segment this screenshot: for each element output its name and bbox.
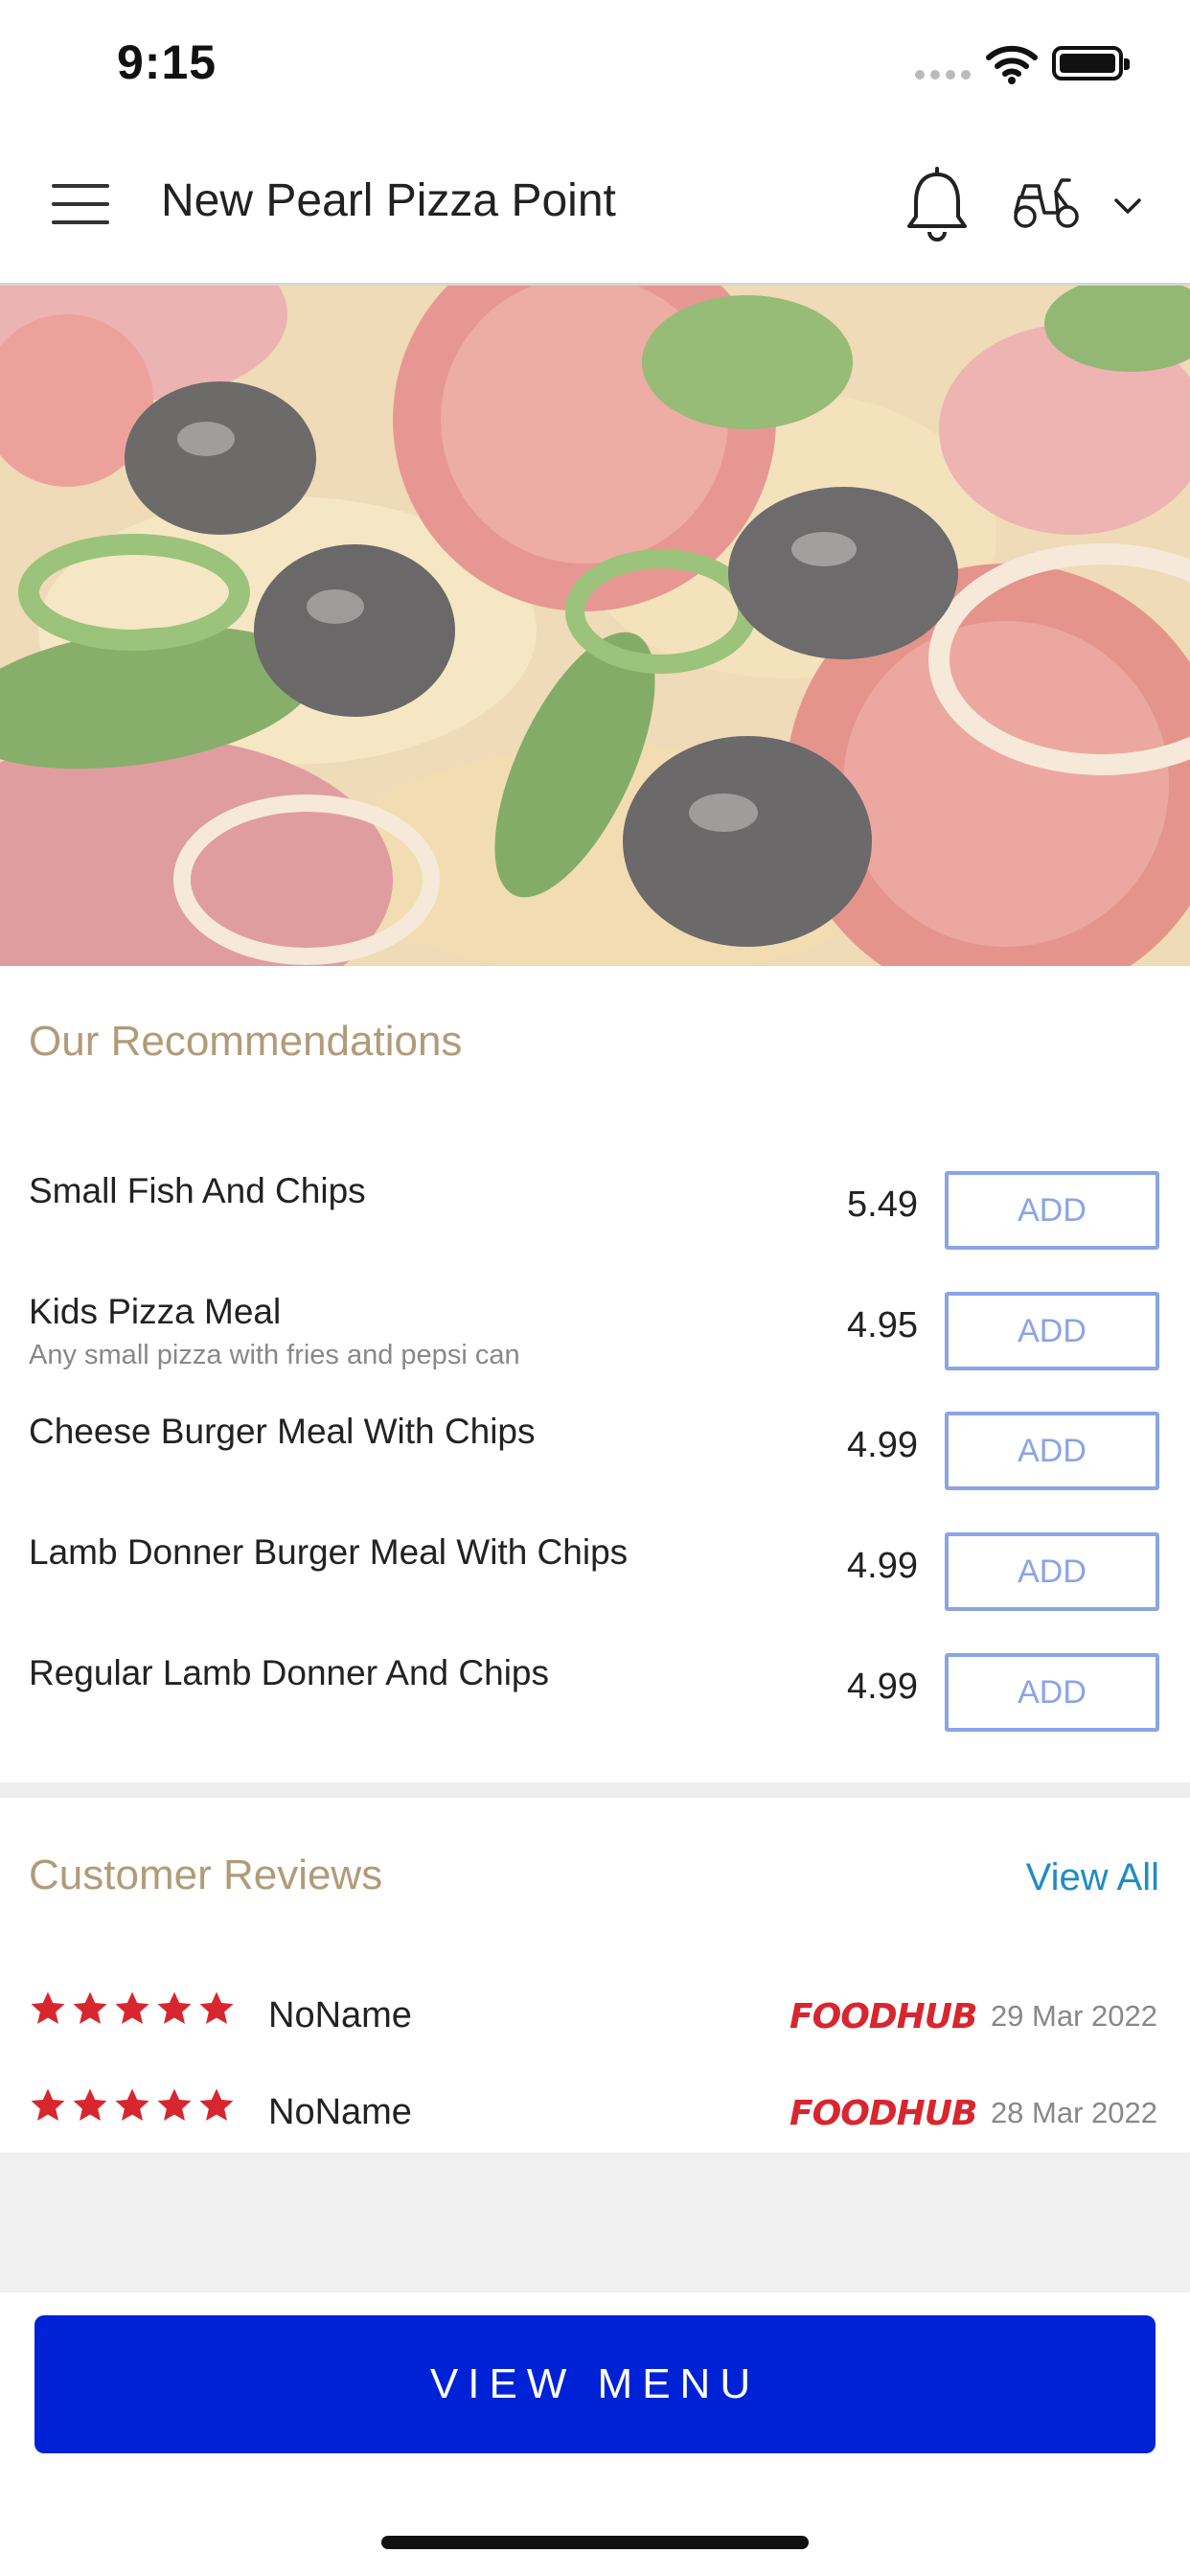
signal-icon bbox=[915, 70, 971, 80]
item-name: Regular Lamb Donner And Chips bbox=[29, 1653, 549, 1692]
scooter-icon[interactable] bbox=[1012, 174, 1081, 230]
recommendation-item: Kids Pizza Meal Any small pizza with fri… bbox=[0, 1292, 1190, 1407]
reviews-title: Customer Reviews bbox=[29, 1852, 383, 1898]
item-name: Cheese Burger Meal With Chips bbox=[29, 1412, 536, 1451]
bell-icon[interactable] bbox=[904, 167, 970, 243]
item-name: Small Fish And Chips bbox=[29, 1171, 366, 1210]
hero-pizza-image bbox=[0, 286, 1190, 966]
item-price: 5.49 bbox=[847, 1184, 918, 1225]
review-item: NoName FOODHUB 28 Mar 2022 bbox=[0, 2086, 1190, 2163]
status-bar: 9:15 bbox=[0, 0, 1190, 125]
view-menu-button[interactable]: VIEW MENU bbox=[34, 2315, 1156, 2453]
home-indicator bbox=[381, 2536, 809, 2549]
add-button[interactable]: ADD bbox=[945, 1532, 1159, 1611]
footer-spacer bbox=[0, 2152, 1190, 2292]
item-price: 4.99 bbox=[847, 1546, 918, 1586]
review-date: 29 Mar 2022 bbox=[990, 1999, 1157, 2033]
star-icon bbox=[73, 2088, 107, 2121]
app-header: New Pearl Pizza Point bbox=[0, 125, 1190, 286]
item-name: Kids Pizza Meal bbox=[29, 1292, 282, 1331]
restaurant-title: New Pearl Pizza Point bbox=[161, 175, 616, 226]
star-icon bbox=[115, 1991, 149, 2024]
recommendation-item: Cheese Burger Meal With Chips 4.99 ADD bbox=[0, 1412, 1190, 1527]
view-all-link[interactable]: View All bbox=[1026, 1856, 1159, 1899]
star-icon bbox=[115, 2088, 149, 2121]
foodhub-logo: FOODHUB bbox=[790, 1997, 977, 2036]
star-icon bbox=[157, 1991, 192, 2024]
add-button[interactable]: ADD bbox=[945, 1653, 1159, 1732]
item-price: 4.99 bbox=[847, 1667, 918, 1707]
foodhub-logo: FOODHUB bbox=[790, 2094, 977, 2133]
reviewer-name: NoName bbox=[268, 2092, 412, 2132]
section-divider bbox=[0, 1782, 1190, 1798]
rating-stars bbox=[29, 1990, 236, 2028]
add-button[interactable]: ADD bbox=[945, 1412, 1159, 1490]
item-price: 4.95 bbox=[847, 1305, 918, 1346]
reviewer-name: NoName bbox=[268, 1995, 412, 2036]
star-icon bbox=[31, 2088, 65, 2121]
star-icon bbox=[73, 1991, 107, 2024]
star-icon bbox=[157, 2088, 192, 2121]
star-icon bbox=[199, 1991, 234, 2024]
item-name: Lamb Donner Burger Meal With Chips bbox=[29, 1532, 629, 1572]
item-description: Any small pizza with fries and pepsi can bbox=[29, 1340, 520, 1370]
menu-icon[interactable] bbox=[52, 184, 109, 224]
recommendations-title: Our Recommendations bbox=[29, 1018, 463, 1065]
item-price: 4.99 bbox=[847, 1425, 918, 1465]
review-item: NoName FOODHUB 29 Mar 2022 bbox=[0, 1990, 1190, 2066]
add-button[interactable]: ADD bbox=[945, 1171, 1159, 1250]
add-button[interactable]: ADD bbox=[945, 1292, 1159, 1370]
wifi-icon bbox=[986, 45, 1038, 84]
chevron-down-icon[interactable] bbox=[1113, 197, 1142, 215]
star-icon bbox=[199, 2088, 234, 2121]
status-time: 9:15 bbox=[117, 35, 217, 89]
recommendation-item: Lamb Donner Burger Meal With Chips 4.99 … bbox=[0, 1532, 1190, 1647]
recommendation-item: Regular Lamb Donner And Chips 4.99 ADD bbox=[0, 1653, 1190, 1768]
recommendation-item: Small Fish And Chips 5.49 ADD bbox=[0, 1171, 1190, 1286]
star-icon bbox=[31, 1991, 65, 2024]
battery-icon bbox=[1052, 46, 1130, 80]
rating-stars bbox=[29, 2086, 236, 2125]
review-date: 28 Mar 2022 bbox=[990, 2096, 1157, 2129]
